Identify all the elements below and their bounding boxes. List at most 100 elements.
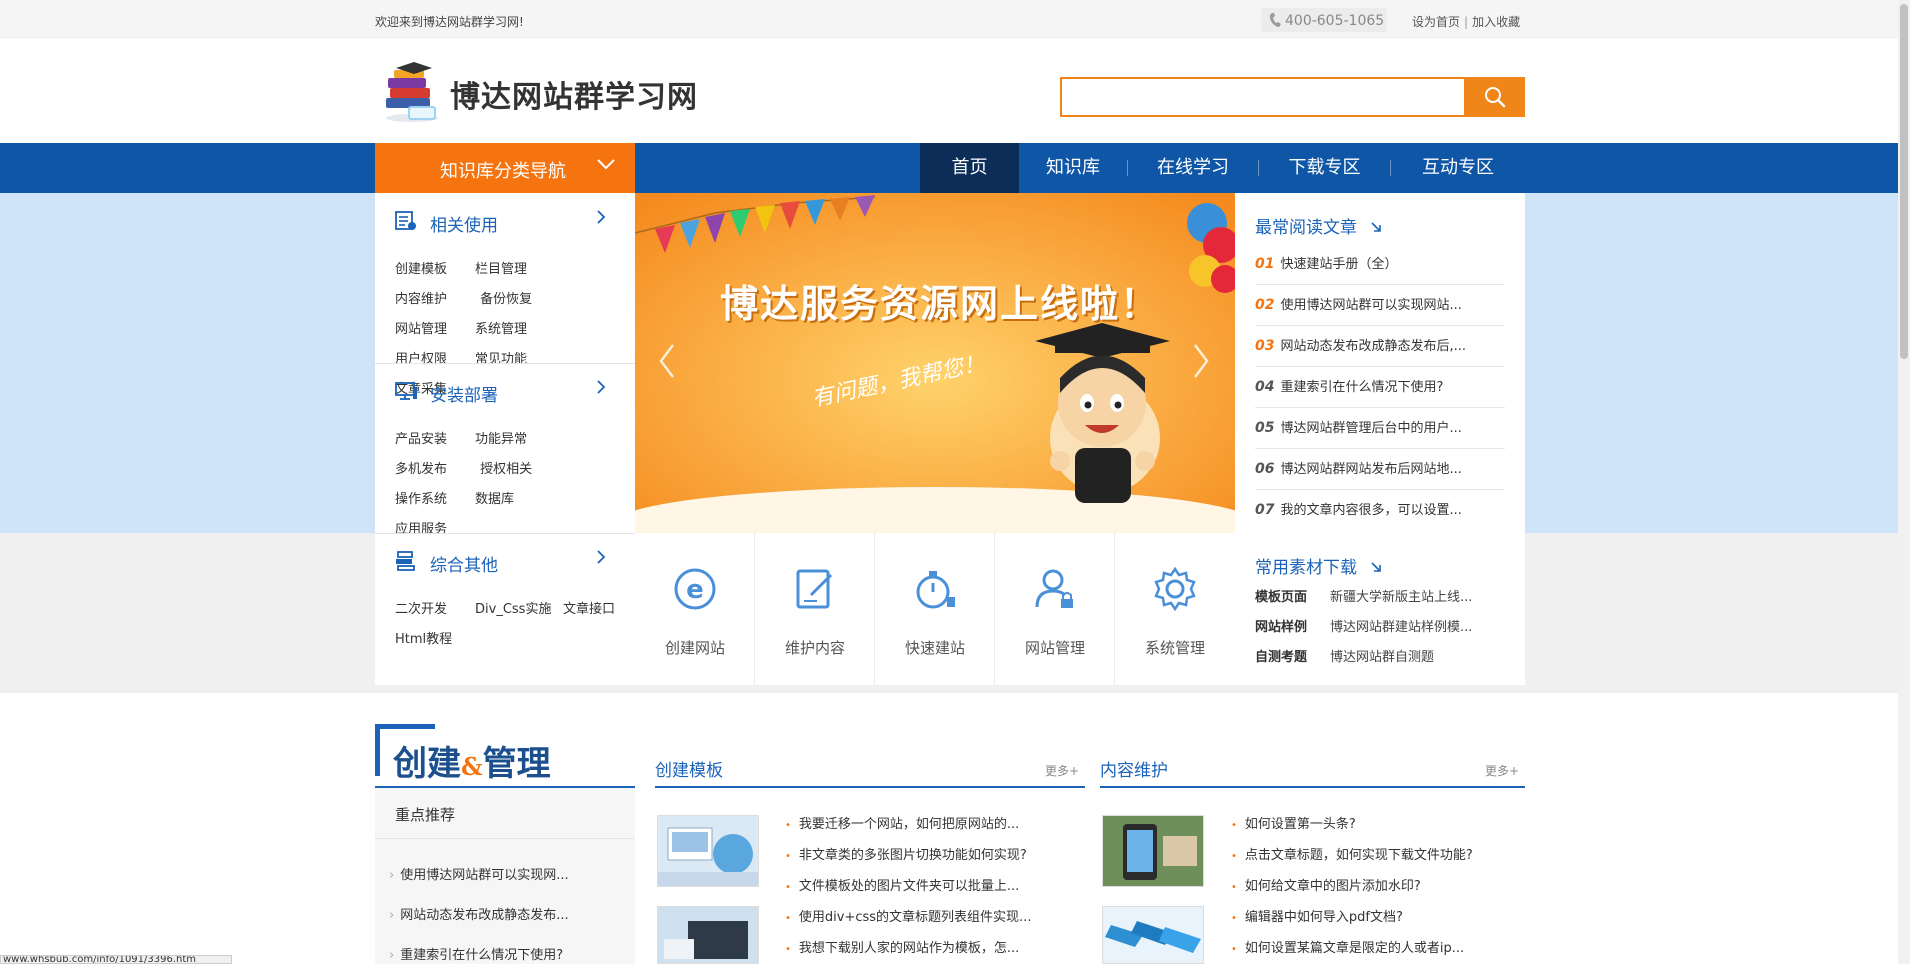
list-item[interactable]: 02 使用博达网站群可以实现网站...: [1255, 285, 1505, 326]
list-item[interactable]: 05 博达网站群管理后台中的用户...: [1255, 408, 1505, 449]
top-links: 设为首页 | 加入收藏: [1410, 13, 1522, 30]
hotline-number: 400-605-1065: [1285, 13, 1385, 29]
category-link[interactable]: 创建模板: [395, 255, 475, 285]
recommend-list: › 使用博达网站群可以实现网... › 网站动态发布改成静态发布... › 重建索引在…: [389, 856, 629, 964]
list-item[interactable]: › 网站动态发布改成静态发布...: [389, 896, 629, 936]
materials-title[interactable]: 常用素材下载: [1255, 553, 1382, 578]
add-favorite-link[interactable]: 加入收藏: [1472, 15, 1520, 29]
monitor-icon: [395, 381, 417, 401]
column-underline: [655, 786, 1085, 788]
nav-knowledge-base[interactable]: 知识库: [1019, 143, 1127, 193]
more-link[interactable]: 更多+: [1485, 762, 1519, 779]
list-item[interactable]: 04 重建索引在什么情况下使用?: [1255, 367, 1505, 408]
bullet-icon: •: [1231, 851, 1237, 862]
item-title: 重建索引在什么情况下使用?: [400, 948, 564, 963]
recommend-panel: 重点推荐 › 使用博达网站群可以实现网... › 网站动态发布改成静态发布... ›…: [375, 788, 635, 964]
chevron-right-icon[interactable]: [595, 209, 607, 230]
arrow-down-right-icon: [1370, 561, 1382, 577]
materials-row[interactable]: 网站样例 博达网站群建站样例模...: [1255, 613, 1515, 643]
page-scrollbar[interactable]: [1898, 0, 1910, 964]
category-link[interactable]: 备份恢复: [480, 285, 560, 315]
category-link[interactable]: 多机发布: [395, 455, 475, 485]
category-link[interactable]: 文章接口: [563, 595, 625, 625]
category-link[interactable]: 栏目管理: [475, 255, 555, 285]
quick-link-quick-build[interactable]: 快速建站: [875, 533, 995, 685]
category-link[interactable]: 操作系统: [395, 485, 475, 515]
quick-link-maintain-content[interactable]: 维护内容: [755, 533, 875, 685]
quick-link-label: 网站管理: [1024, 639, 1085, 657]
list-item[interactable]: 03 网站动态发布改成静态发布后,...: [1255, 326, 1505, 367]
item-title: 如何设置某篇文章是限定的人或者ip...: [1244, 941, 1465, 956]
document-list-icon: [395, 211, 417, 231]
search-button[interactable]: [1464, 77, 1525, 117]
item-rank: 02: [1255, 297, 1275, 313]
column-underline: [1100, 786, 1525, 788]
quick-link-create-site[interactable]: e 创建网站: [635, 533, 755, 685]
category-link[interactable]: 内容维护: [395, 285, 475, 315]
thumbnail-image[interactable]: [657, 815, 759, 887]
bullet-icon: •: [785, 944, 791, 955]
list-item[interactable]: 07 我的文章内容很多，可以设置...: [1255, 490, 1505, 531]
list-item[interactable]: 06 博达网站群网站发布后网站地...: [1255, 449, 1505, 490]
list-item[interactable]: • 使用div+css的文章标题列表组件实现...: [785, 903, 1045, 934]
chevron-right-icon[interactable]: [595, 379, 607, 400]
category-link[interactable]: Html教程: [395, 625, 475, 655]
site-logo[interactable]: 博达网站群学习网: [378, 60, 698, 128]
search-input[interactable]: [1060, 77, 1464, 117]
column-title[interactable]: 内容维护: [1100, 756, 1168, 781]
quick-link-system-admin[interactable]: 系统管理: [1115, 533, 1235, 685]
user-lock-icon: [1031, 565, 1079, 613]
hero-banner[interactable]: 博达服务资源网上线啦！ 有问题，我帮您！: [635, 193, 1235, 533]
category-link[interactable]: 数据库: [475, 485, 555, 515]
list-item[interactable]: • 我要迁移一个网站，如何把原网站的...: [785, 810, 1045, 841]
thumbnail-image[interactable]: [1102, 906, 1204, 964]
item-title: 使用博达网站群可以实现网站...: [1280, 298, 1462, 313]
list-item[interactable]: 01 快速建站手册（全）: [1255, 244, 1505, 285]
list-item[interactable]: • 非文章类的多张图片切换功能如何实现?: [785, 841, 1045, 872]
category-link[interactable]: 授权相关: [480, 455, 560, 485]
most-read-title[interactable]: 最常阅读文章: [1255, 213, 1382, 238]
nav-downloads[interactable]: 下载专区: [1259, 143, 1390, 193]
list-item[interactable]: • 如何设置第一头条?: [1231, 810, 1491, 841]
category-nav-toggle[interactable]: 知识库分类导航: [375, 143, 635, 193]
list-item[interactable]: • 编辑器中如何导入pdf文档?: [1231, 903, 1491, 934]
category-link[interactable]: 网站管理: [395, 315, 475, 345]
list-item[interactable]: › 重建索引在什么情况下使用?: [389, 936, 629, 964]
category-link[interactable]: 产品安装: [395, 425, 475, 455]
item-title: 使用div+css的文章标题列表组件实现...: [798, 910, 1032, 925]
item-title: 如何设置第一头条?: [1244, 817, 1356, 832]
column-title[interactable]: 创建模板: [655, 756, 723, 781]
category-link[interactable]: 功能异常: [475, 425, 555, 455]
materials-row[interactable]: 模板页面 新疆大学新版主站上线...: [1255, 583, 1515, 613]
set-home-link[interactable]: 设为首页: [1412, 15, 1460, 29]
list-item[interactable]: › 使用博达网站群可以实现网...: [389, 856, 629, 896]
banner-prev-arrow-icon[interactable]: [657, 343, 677, 388]
quick-link-site-admin[interactable]: 网站管理: [995, 533, 1115, 685]
item-rank: 04: [1255, 379, 1275, 395]
item-title: 如何给文章中的图片添加水印?: [1244, 879, 1421, 894]
list-item[interactable]: • 如何设置某篇文章是限定的人或者ip...: [1231, 934, 1491, 964]
category-link[interactable]: Div_Css实施: [475, 595, 563, 625]
gear-icon: [1151, 565, 1199, 613]
thumbnail-image[interactable]: [657, 906, 759, 964]
nav-online-learning[interactable]: 在线学习: [1128, 143, 1258, 193]
thumbnail-image[interactable]: [1102, 815, 1204, 887]
nav-home[interactable]: 首页: [920, 143, 1019, 193]
list-item[interactable]: • 点击文章标题，如何实现下载文件功能?: [1231, 841, 1491, 872]
banner-next-arrow-icon[interactable]: [1191, 343, 1211, 388]
nav-interaction[interactable]: 互动专区: [1391, 143, 1525, 193]
column-header-templates: 创建模板 更多+: [655, 756, 1085, 786]
search-icon: [1484, 87, 1505, 108]
list-item[interactable]: • 文件模板处的图片文件夹可以批量上...: [785, 872, 1045, 903]
item-title: 我要迁移一个网站，如何把原网站的...: [798, 817, 1020, 832]
more-link[interactable]: 更多+: [1045, 762, 1079, 779]
category-link[interactable]: 二次开发: [395, 595, 475, 625]
list-item[interactable]: • 我想下载别人家的网站作为模板，怎...: [785, 934, 1045, 964]
column-list: • 如何设置第一头条? • 点击文章标题，如何实现下载文件功能? • 如何给文章中的图…: [1231, 810, 1491, 964]
category-links: 产品安装 功能异常多机发布 授权相关操作系统 数据库 应用服务: [395, 425, 630, 545]
category-link[interactable]: 系统管理: [475, 315, 555, 345]
list-item[interactable]: • 如何给文章中的图片添加水印?: [1231, 872, 1491, 903]
chevron-right-icon[interactable]: [595, 549, 607, 570]
materials-row[interactable]: 自测考题 博达网站群自测题: [1255, 643, 1515, 673]
scrollbar-thumb[interactable]: [1900, 4, 1908, 359]
